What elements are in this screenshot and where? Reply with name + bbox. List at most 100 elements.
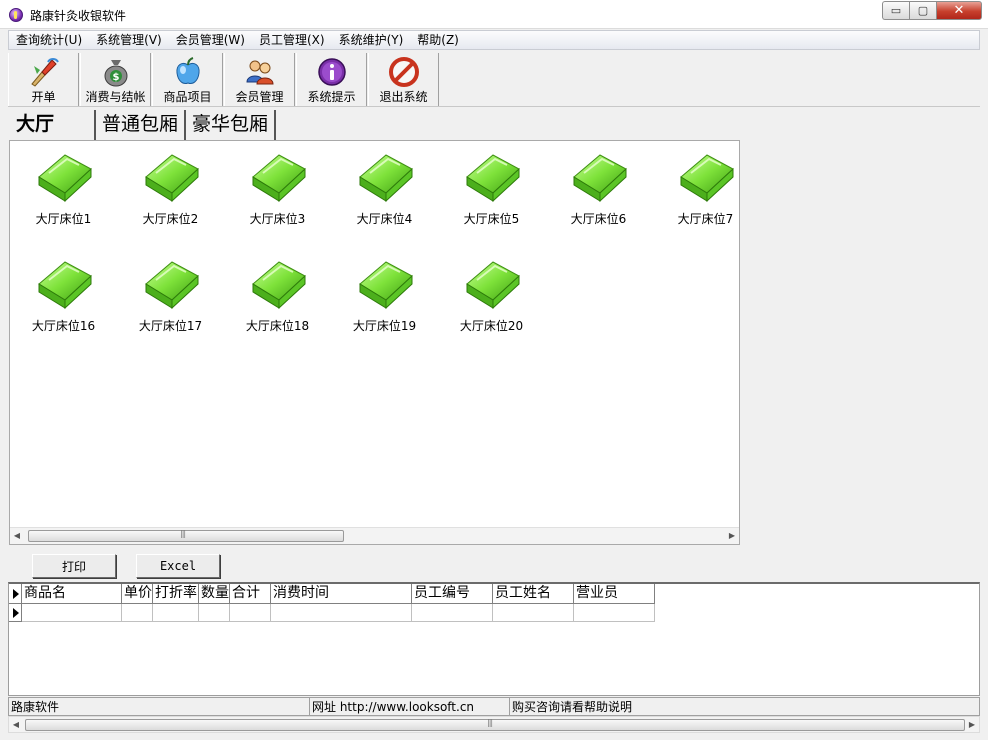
- bed-label: 大厅床位1: [35, 212, 92, 226]
- minimize-button[interactable]: ▭: [882, 1, 909, 20]
- apple-icon: [172, 56, 204, 88]
- grid-header: 商品名 单价 打折率 数量 合计 消费时间 员工编号 员工姓名 营业员: [9, 584, 655, 604]
- bed-label: 大厅床位3: [249, 212, 306, 226]
- status-purchase-info: 购买咨询请看帮助说明: [510, 697, 980, 716]
- bed-label: 大厅床位16: [31, 319, 96, 333]
- col-total[interactable]: 合计: [230, 584, 271, 604]
- bed-tile[interactable]: 大厅床位5: [438, 141, 545, 231]
- bed-label: 大厅床位2: [142, 212, 199, 226]
- menu-help[interactable]: 帮助(Z): [410, 31, 466, 49]
- cell-discount[interactable]: [153, 604, 199, 622]
- col-discount[interactable]: 打折率: [153, 584, 199, 604]
- room-tabs: 大厅 普通包厢 豪华包厢: [8, 110, 277, 140]
- bed-tile[interactable]: 大厅床位3: [224, 141, 331, 231]
- bed-label: 大厅床位20: [459, 319, 524, 333]
- status-website: 网址 http://www.looksoft.cn: [310, 697, 510, 716]
- scroll-left-icon[interactable]: ◀: [12, 531, 22, 541]
- row-pointer-icon: [9, 604, 22, 622]
- menu-staff-manage[interactable]: 员工管理(X): [252, 31, 332, 49]
- tab-standard-room[interactable]: 普通包厢: [96, 110, 187, 140]
- bed-label: 大厅床位6: [570, 212, 627, 226]
- menu-system-manage[interactable]: 系统管理(V): [89, 31, 169, 49]
- bed-icon: [570, 147, 628, 205]
- open-order-button[interactable]: 开单: [8, 53, 79, 106]
- bed-tile[interactable]: 大厅床位20: [438, 248, 545, 338]
- system-tips-button[interactable]: 系统提示: [296, 53, 367, 106]
- bed-icon: [356, 254, 414, 312]
- bed-tile[interactable]: 大厅床位2: [117, 141, 224, 231]
- scroll-right-icon[interactable]: ▶: [967, 720, 977, 730]
- scroll-right-icon[interactable]: ▶: [727, 531, 737, 541]
- bed-tile[interactable]: 大厅床位6: [545, 141, 652, 231]
- member-manage-button[interactable]: 会员管理: [224, 53, 295, 106]
- bed-icon: [249, 147, 307, 205]
- toolbar: 开单 $ 消费与结帐 商品项目 会员管理 系统提示 退出系统: [8, 51, 980, 107]
- bed-tile[interactable]: 大厅床位1: [10, 141, 117, 231]
- cell-goods-name[interactable]: [22, 604, 122, 622]
- bed-tile[interactable]: 大厅床位16: [10, 248, 117, 338]
- action-button-row: 打印 Excel: [0, 546, 988, 582]
- cell-consume-time[interactable]: [271, 604, 412, 622]
- bed-tile[interactable]: 大厅床位4: [331, 141, 438, 231]
- bed-label: 大厅床位19: [352, 319, 417, 333]
- exit-system-button[interactable]: 退出系统: [368, 53, 439, 106]
- bed-grid: 大厅床位1 大厅床位2 大厅床位3 大厅床位4 大厅床位5 大厅床位6 大厅床位7 大厅床位1…: [10, 141, 739, 527]
- bed-label: 大厅床位18: [245, 319, 310, 333]
- consume-checkout-button[interactable]: $ 消费与结帐: [80, 53, 151, 106]
- paintbrush-icon: [28, 56, 60, 88]
- scroll-grip-icon: |||: [487, 718, 493, 727]
- cell-total[interactable]: [230, 604, 271, 622]
- cell-staff-name[interactable]: [493, 604, 574, 622]
- col-consume-time[interactable]: 消费时间: [271, 584, 412, 604]
- bed-label: 大厅床位7: [677, 212, 734, 226]
- col-staff-id[interactable]: 员工编号: [412, 584, 493, 604]
- menu-member-manage[interactable]: 会员管理(W): [169, 31, 252, 49]
- grid-hscrollbar[interactable]: ◀ ||| ▶: [8, 716, 980, 733]
- grid-corner: [9, 584, 22, 604]
- cell-quantity[interactable]: [199, 604, 230, 622]
- menu-bar: 查询统计(U) 系统管理(V) 会员管理(W) 员工管理(X) 系统维护(Y) …: [8, 30, 980, 50]
- col-unit-price[interactable]: 单价: [122, 584, 153, 604]
- menu-system-maintain[interactable]: 系统维护(Y): [332, 31, 411, 49]
- scroll-left-icon[interactable]: ◀: [11, 720, 21, 730]
- tab-luxury-room[interactable]: 豪华包厢: [186, 110, 277, 140]
- scroll-grip-icon: |||: [180, 529, 186, 538]
- status-bar: 路康软件 网址 http://www.looksoft.cn 购买咨询请看帮助说…: [8, 697, 980, 716]
- bed-label: 大厅床位5: [463, 212, 520, 226]
- bed-label: 大厅床位4: [356, 212, 413, 226]
- bed-tile[interactable]: 大厅床位18: [224, 248, 331, 338]
- bed-label: 大厅床位17: [138, 319, 203, 333]
- goods-items-button[interactable]: 商品项目: [152, 53, 223, 106]
- maximize-button[interactable]: ▢: [909, 1, 936, 20]
- money-bag-icon: $: [100, 56, 132, 88]
- window-title: 路康针灸收银软件: [30, 9, 127, 23]
- bed-tile[interactable]: 大厅床位7: [652, 141, 739, 231]
- cell-unit-price[interactable]: [122, 604, 153, 622]
- bed-icon: [142, 254, 200, 312]
- table-row[interactable]: [9, 604, 655, 622]
- status-company: 路康软件: [8, 697, 310, 716]
- close-button[interactable]: ✕: [936, 1, 982, 20]
- title-bar: 路康针灸收银软件 ▭ ▢ ✕: [0, 0, 988, 29]
- cell-staff-id[interactable]: [412, 604, 493, 622]
- print-button[interactable]: 打印: [32, 554, 116, 578]
- bed-icon: [356, 147, 414, 205]
- bed-icon: [249, 254, 307, 312]
- col-goods-name[interactable]: 商品名: [22, 584, 122, 604]
- col-salesperson[interactable]: 营业员: [574, 584, 655, 604]
- tab-hall[interactable]: 大厅: [8, 110, 96, 140]
- excel-export-button[interactable]: Excel: [136, 554, 220, 578]
- col-quantity[interactable]: 数量: [199, 584, 230, 604]
- cell-salesperson[interactable]: [574, 604, 655, 622]
- info-icon: [316, 56, 348, 88]
- scroll-thumb[interactable]: [28, 530, 344, 542]
- bed-tile[interactable]: 大厅床位19: [331, 248, 438, 338]
- bed-tile[interactable]: 大厅床位17: [117, 248, 224, 338]
- bed-icon: [677, 147, 735, 205]
- bed-icon: [142, 147, 200, 205]
- bed-panel-hscrollbar[interactable]: ◀ ||| ▶: [10, 527, 739, 544]
- scroll-thumb[interactable]: [25, 719, 965, 731]
- bed-icon: [463, 147, 521, 205]
- col-staff-name[interactable]: 员工姓名: [493, 584, 574, 604]
- menu-query-stats[interactable]: 查询统计(U): [9, 31, 89, 49]
